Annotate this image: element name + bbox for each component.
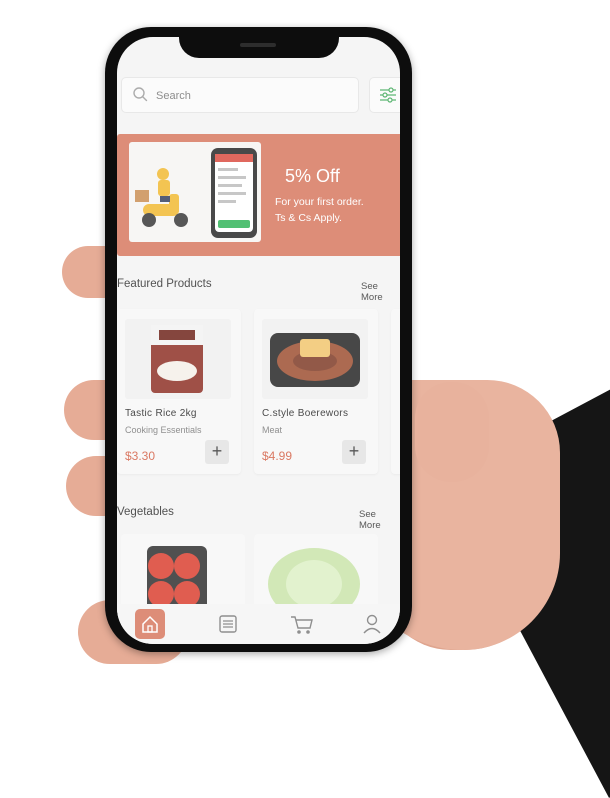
profile-icon bbox=[363, 614, 381, 634]
filter-button[interactable] bbox=[369, 77, 400, 113]
product-name: Tastic Rice 2kg bbox=[125, 408, 197, 419]
product-card[interactable]: Tastic Rice 2kg Cooking Essentials $3.30… bbox=[117, 309, 241, 474]
promo-title: 5% Off bbox=[285, 166, 340, 186]
nav-home[interactable] bbox=[135, 609, 165, 639]
add-to-cart-button[interactable]: + bbox=[342, 440, 366, 464]
home-icon bbox=[142, 615, 158, 633]
promo-subtitle-line: Ts & Cs Apply. bbox=[275, 212, 342, 224]
phone-notch bbox=[179, 27, 339, 58]
featured-section-title: Featured Products bbox=[117, 278, 212, 290]
vegetables-section-title: Vegetables bbox=[117, 506, 174, 518]
filter-sliders-icon bbox=[380, 87, 396, 103]
promo-subtitle: For your first order. Ts & Cs Apply. bbox=[275, 194, 395, 226]
add-to-cart-button[interactable]: + bbox=[205, 440, 229, 464]
plus-icon: + bbox=[348, 441, 360, 461]
speaker-grill bbox=[240, 43, 276, 47]
plus-icon: + bbox=[211, 441, 223, 461]
search-icon bbox=[133, 87, 148, 102]
promo-subtitle-line: For your first order. bbox=[275, 196, 364, 208]
thumb bbox=[415, 382, 489, 482]
orders-list-icon bbox=[219, 615, 237, 633]
cart-icon bbox=[291, 616, 313, 634]
search-input[interactable] bbox=[154, 84, 354, 108]
nav-orders[interactable] bbox=[213, 609, 243, 639]
product-image-boerewors bbox=[262, 319, 368, 399]
delivery-illustration bbox=[129, 142, 261, 242]
vegetables-see-more-link[interactable]: See More bbox=[359, 509, 400, 531]
product-image-rice bbox=[125, 319, 231, 399]
nav-cart[interactable] bbox=[287, 609, 317, 639]
product-price: $4.99 bbox=[262, 449, 293, 463]
promo-banner[interactable]: 5% Off For your first order. Ts & Cs App… bbox=[117, 134, 400, 256]
featured-see-more-link[interactable]: See More bbox=[361, 281, 400, 303]
search-bar[interactable] bbox=[121, 77, 359, 113]
nav-profile[interactable] bbox=[357, 609, 387, 639]
product-price: $3.30 bbox=[125, 449, 156, 463]
product-card-partial[interactable] bbox=[391, 309, 400, 474]
product-card[interactable]: C.style Boerewors Meat $4.99 + bbox=[254, 309, 378, 474]
product-category: Meat bbox=[262, 425, 283, 435]
bottom-nav-bar bbox=[117, 604, 400, 644]
app-screen: 5% Off For your first order. Ts & Cs App… bbox=[117, 37, 400, 644]
product-category: Cooking Essentials bbox=[125, 425, 202, 435]
product-name: C.style Boerewors bbox=[262, 408, 349, 419]
